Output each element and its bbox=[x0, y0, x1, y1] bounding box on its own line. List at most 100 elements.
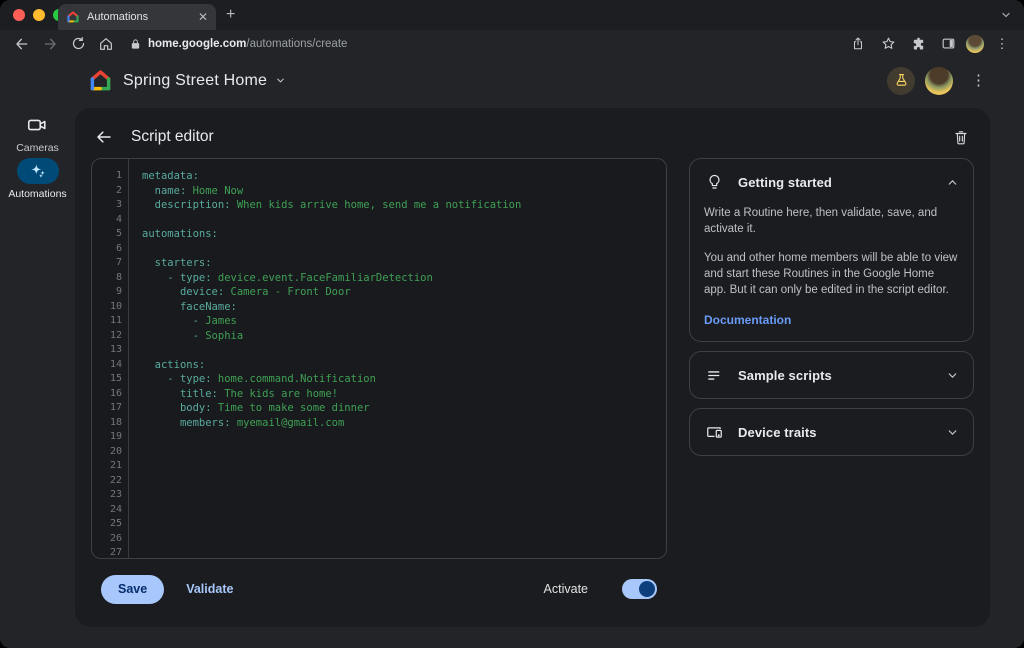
code-text: title: The kids are home! bbox=[122, 387, 338, 402]
code-line: 17 body: Time to make some dinner bbox=[92, 401, 666, 416]
save-button[interactable]: Save bbox=[101, 575, 164, 604]
line-number: 9 bbox=[92, 285, 122, 300]
validate-button[interactable]: Validate bbox=[186, 582, 233, 596]
panel-device-traits-header[interactable]: Device traits bbox=[704, 421, 959, 443]
line-number: 2 bbox=[92, 184, 122, 199]
sparkles-icon bbox=[28, 161, 48, 181]
line-number: 6 bbox=[92, 242, 122, 257]
chevron-down-icon[interactable] bbox=[946, 426, 959, 439]
back-button[interactable] bbox=[10, 33, 34, 55]
url-text: home.google.com/automations/create bbox=[148, 38, 347, 50]
browser-window: Automations ✕ + home.google.com/automati… bbox=[0, 0, 1024, 648]
public-preview-flask-button[interactable] bbox=[887, 67, 915, 95]
line-number: 5 bbox=[92, 227, 122, 242]
browser-menu-icon[interactable]: ⋮ bbox=[990, 33, 1014, 55]
back-arrow-icon[interactable] bbox=[93, 126, 115, 148]
activate-toggle[interactable] bbox=[622, 579, 657, 599]
minimize-window-button[interactable] bbox=[33, 9, 45, 21]
delete-script-button[interactable] bbox=[950, 126, 972, 148]
line-number: 27 bbox=[92, 546, 122, 559]
tab-close-icon[interactable]: ✕ bbox=[198, 11, 208, 23]
address-bar[interactable]: home.google.com/automations/create bbox=[122, 33, 842, 55]
sidebar-item-cameras[interactable]: Cameras bbox=[16, 112, 59, 154]
sidebar-active-pill bbox=[17, 158, 59, 184]
forward-button[interactable] bbox=[38, 33, 62, 55]
google-home-favicon bbox=[66, 10, 80, 24]
toggle-knob bbox=[639, 581, 655, 597]
panel-device-traits: Device traits bbox=[689, 408, 974, 456]
line-number: 11 bbox=[92, 314, 122, 329]
line-number: 23 bbox=[92, 488, 122, 503]
chevron-up-icon[interactable] bbox=[946, 176, 959, 189]
panel-getting-started-header[interactable]: Getting started bbox=[704, 171, 959, 193]
code-text: - James bbox=[122, 314, 237, 329]
getting-started-paragraph-1: Write a Routine here, then validate, sav… bbox=[704, 205, 959, 237]
code-line: 14 actions: bbox=[92, 358, 666, 373]
panel-title: Getting started bbox=[738, 175, 932, 190]
google-home-logo bbox=[88, 68, 113, 93]
tab-search-chevron-icon[interactable] bbox=[1000, 9, 1012, 21]
panel-sample-scripts: Sample scripts bbox=[689, 351, 974, 399]
panel-sample-scripts-header[interactable]: Sample scripts bbox=[704, 364, 959, 386]
sidebar-item-automations[interactable]: Automations bbox=[8, 158, 66, 200]
code-text: automations: bbox=[122, 227, 218, 242]
share-icon[interactable] bbox=[846, 33, 870, 55]
code-text bbox=[122, 546, 142, 559]
line-number: 12 bbox=[92, 329, 122, 344]
line-number: 18 bbox=[92, 416, 122, 431]
home-button[interactable] bbox=[94, 33, 118, 55]
trash-icon bbox=[953, 129, 969, 146]
browser-profile-avatar[interactable] bbox=[966, 35, 984, 53]
flask-icon bbox=[894, 73, 909, 88]
app-menu-icon[interactable]: ⋮ bbox=[967, 73, 990, 88]
browser-tab[interactable]: Automations ✕ bbox=[58, 4, 216, 30]
code-text: name: Home Now bbox=[122, 184, 243, 199]
page-title: Script editor bbox=[131, 128, 934, 146]
code-line: 19 bbox=[92, 430, 666, 445]
code-text: members: myemail@gmail.com bbox=[122, 416, 344, 431]
chevron-down-icon[interactable] bbox=[946, 369, 959, 382]
editor-actions: Save Validate Activate bbox=[91, 569, 667, 609]
documentation-link[interactable]: Documentation bbox=[704, 313, 791, 327]
help-panels: Getting started Write a Routine here, th… bbox=[689, 158, 974, 609]
code-line: 22 bbox=[92, 474, 666, 489]
code-line: 24 bbox=[92, 503, 666, 518]
code-line: 27 bbox=[92, 546, 666, 559]
code-line: 9 device: Camera - Front Door bbox=[92, 285, 666, 300]
line-number: 25 bbox=[92, 517, 122, 532]
line-number: 24 bbox=[92, 503, 122, 518]
code-text bbox=[122, 430, 142, 445]
close-window-button[interactable] bbox=[13, 9, 25, 21]
reload-button[interactable] bbox=[66, 33, 90, 55]
line-number: 3 bbox=[92, 198, 122, 213]
code-text bbox=[122, 242, 142, 257]
lightbulb-icon bbox=[704, 172, 724, 192]
extensions-icon[interactable] bbox=[906, 33, 930, 55]
code-line: 15 - type: home.command.Notification bbox=[92, 372, 666, 387]
code-text bbox=[122, 532, 142, 547]
side-panel-icon[interactable] bbox=[936, 33, 960, 55]
code-line: 8 - type: device.event.FaceFamiliarDetec… bbox=[92, 271, 666, 286]
account-avatar[interactable] bbox=[925, 67, 953, 95]
code-line: 26 bbox=[92, 532, 666, 547]
code-editor[interactable]: 1metadata:2 name: Home Now3 description:… bbox=[91, 158, 667, 559]
panel-getting-started: Getting started Write a Routine here, th… bbox=[689, 158, 974, 342]
code-text: device: Camera - Front Door bbox=[122, 285, 351, 300]
line-number: 8 bbox=[92, 271, 122, 286]
line-number: 26 bbox=[92, 532, 122, 547]
code-text: actions: bbox=[122, 358, 205, 373]
line-number: 16 bbox=[92, 387, 122, 402]
code-text: metadata: bbox=[122, 169, 199, 184]
code-line: 13 bbox=[92, 343, 666, 358]
home-name[interactable]: Spring Street Home bbox=[123, 72, 267, 90]
home-switcher-chevron-icon[interactable] bbox=[275, 75, 286, 86]
bookmark-star-icon[interactable] bbox=[876, 33, 900, 55]
gutter-divider bbox=[128, 159, 129, 558]
panel-title: Device traits bbox=[738, 425, 932, 440]
code-line: 25 bbox=[92, 517, 666, 532]
code-line: 3 description: When kids arrive home, se… bbox=[92, 198, 666, 213]
code-text: body: Time to make some dinner bbox=[122, 401, 370, 416]
new-tab-button[interactable]: + bbox=[226, 7, 235, 23]
code-line: 2 name: Home Now bbox=[92, 184, 666, 199]
code-line: 16 title: The kids are home! bbox=[92, 387, 666, 402]
